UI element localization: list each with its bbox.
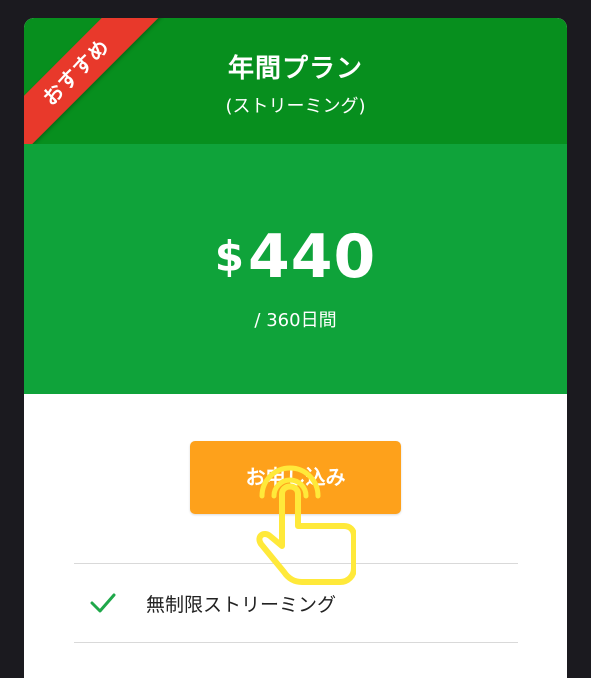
price-currency: $ bbox=[214, 232, 244, 281]
check-icon bbox=[90, 593, 116, 613]
recommended-ribbon: おすすめ bbox=[24, 18, 164, 158]
apply-button[interactable]: お申し込み bbox=[190, 441, 401, 514]
price-period: / 360日間 bbox=[254, 310, 337, 331]
price-panel: $440 / 360日間 bbox=[24, 144, 567, 394]
price-amount: 440 bbox=[247, 222, 377, 292]
feature-item: 無制限ストリーミング bbox=[74, 564, 518, 642]
plan-card: 年間プラン (ストリーミング) おすすめ $440 / 360日間 お申し込み … bbox=[24, 18, 567, 678]
feature-label: 無制限ストリーミング bbox=[146, 594, 337, 616]
divider bbox=[74, 642, 518, 643]
price: $440 bbox=[24, 222, 567, 292]
recommended-badge: おすすめ bbox=[24, 18, 164, 158]
